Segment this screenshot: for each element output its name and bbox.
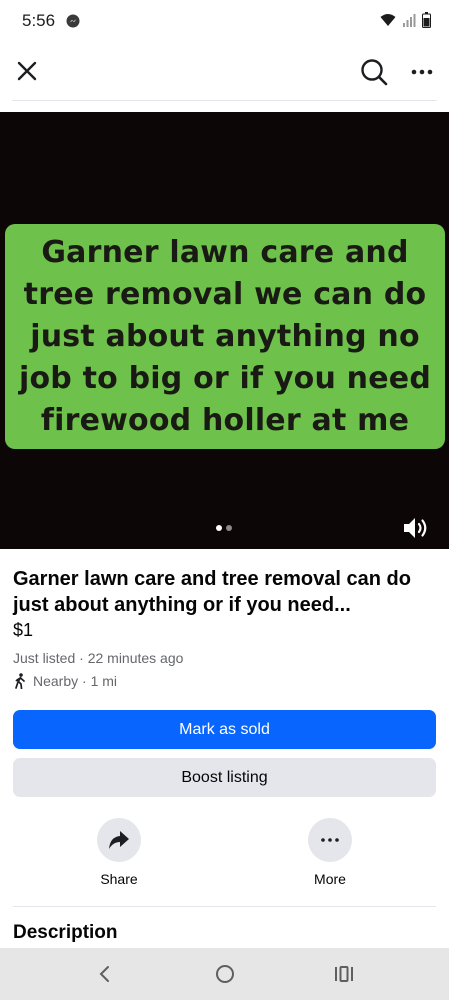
top-divider: [12, 100, 437, 101]
nav-recents-button[interactable]: [328, 958, 360, 990]
mark-as-sold-button[interactable]: Mark as sold: [13, 710, 436, 749]
more-options-button[interactable]: [406, 56, 438, 88]
more-button[interactable]: [308, 818, 352, 862]
more-horizontal-icon: [411, 69, 433, 75]
status-time: 5:56: [22, 11, 56, 30]
nav-home-button[interactable]: [209, 958, 241, 990]
listing-image-banner: Garner lawn care and tree removal we can…: [5, 224, 445, 449]
volume-icon[interactable]: [402, 515, 430, 541]
close-icon: [17, 61, 37, 81]
battery-icon: [422, 12, 431, 28]
more-action[interactable]: More: [280, 818, 380, 887]
messenger-icon: [66, 14, 80, 28]
pagination-dot: [226, 525, 232, 531]
search-button[interactable]: [358, 56, 390, 88]
listing-title: Garner lawn care and tree removal can do…: [13, 568, 411, 616]
search-icon: [361, 59, 388, 86]
recents-icon: [335, 966, 353, 982]
listed-time: Just listed · 22 minutes ago: [13, 650, 184, 666]
location-row: Nearby · 1 mi: [13, 673, 117, 689]
image-pagination: [216, 525, 232, 531]
location-text: Nearby · 1 mi: [33, 673, 118, 689]
listing-price: $1: [13, 620, 34, 640]
more-horizontal-icon: [321, 838, 339, 842]
nav-back-button[interactable]: [88, 958, 120, 990]
signal-icon: [403, 14, 416, 27]
boost-listing-button[interactable]: Boost listing: [13, 758, 436, 797]
banner-text: Garner lawn care and tree removal we can…: [18, 234, 431, 438]
section-divider: [13, 906, 436, 907]
status-bar: 5:56: [0, 0, 449, 44]
top-bar: [0, 44, 449, 100]
share-button[interactable]: [97, 818, 141, 862]
close-button[interactable]: [12, 56, 42, 86]
mark-as-sold-label: Mark as sold: [179, 720, 270, 738]
listing-media[interactable]: Garner lawn care and tree removal we can…: [0, 112, 449, 549]
share-label: Share: [100, 871, 138, 887]
share-action[interactable]: Share: [69, 818, 169, 887]
system-nav-bar: [0, 948, 449, 1000]
more-label: More: [314, 871, 346, 887]
back-chevron-icon: [99, 966, 109, 982]
walking-person-icon: [15, 673, 25, 689]
share-icon: [109, 831, 129, 849]
status-icons: [380, 12, 431, 28]
description-heading: Description: [13, 922, 118, 943]
wifi-icon: [380, 14, 396, 26]
boost-listing-label: Boost listing: [181, 768, 268, 786]
home-circle-icon: [216, 965, 234, 983]
pagination-dot-active: [216, 525, 222, 531]
